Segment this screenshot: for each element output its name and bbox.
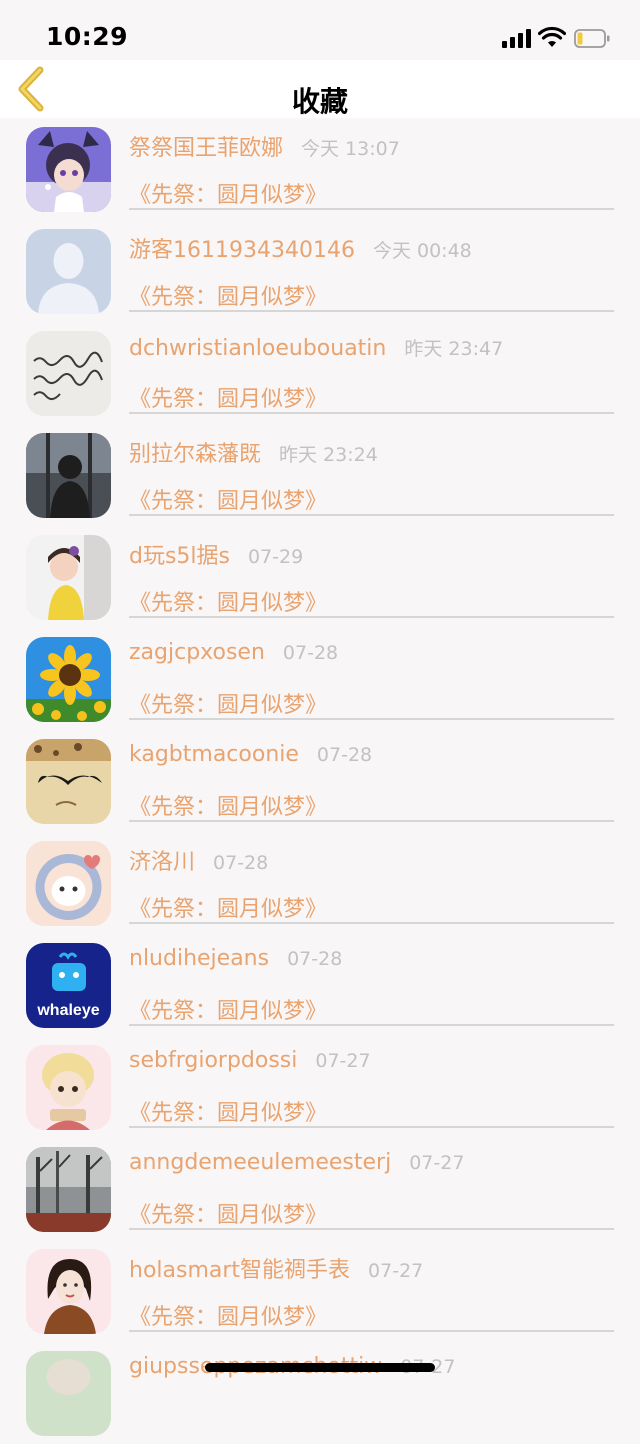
divider (129, 922, 614, 924)
work-title[interactable]: 《先祭：圆月似梦》 (129, 483, 327, 515)
cartoon-boy-avatar[interactable] (26, 1045, 111, 1130)
work-title[interactable]: 《先祭：圆月似梦》 (129, 279, 327, 311)
timestamp: 07-27 (368, 1260, 424, 1282)
divider (129, 514, 614, 516)
favorite-row[interactable]: 祭祭国王菲欧娜 今天 13:07 《先祭：圆月似梦》 (0, 118, 640, 220)
user-name-line: 济洛川 07-28 (129, 844, 268, 876)
whaleye-logo-text: whaleye (36, 1002, 99, 1019)
user-name-line: nludihejeans 07-28 (129, 946, 342, 971)
user-name-line: anngdemeeulemeesterj 07-27 (129, 1150, 464, 1175)
favorite-row[interactable]: 别拉尔森藩既 昨天 23:24 《先祭：圆月似梦》 (0, 424, 640, 526)
favorite-row[interactable]: 济洛川 07-28 《先祭：圆月似梦》 (0, 832, 640, 934)
favorite-row[interactable]: anngdemeeulemeesterj 07-27 《先祭：圆月似梦》 (0, 1138, 640, 1240)
user-name-line: d玩s5l据s 07-29 (129, 538, 303, 570)
cartoon-cat-avatar[interactable] (26, 841, 111, 926)
favorite-row[interactable]: sebfrgiorpdossi 07-27 《先祭：圆月似梦》 (0, 1036, 640, 1138)
whaleye-logo-avatar[interactable]: whaleye (26, 943, 111, 1028)
sunflower-avatar[interactable] (26, 637, 111, 722)
page-title: 收藏 (291, 85, 348, 118)
timestamp: 07-28 (287, 948, 343, 970)
work-title[interactable]: 《先祭：圆月似梦》 (129, 789, 327, 821)
work-title[interactable]: 《先祭：圆月似梦》 (129, 993, 327, 1025)
mustache-avatar[interactable] (26, 739, 111, 824)
work-title[interactable]: 《先祭：圆月似梦》 (129, 1299, 327, 1331)
timestamp: 07-28 (316, 744, 373, 766)
timestamp: 07-28 (213, 852, 269, 874)
favorite-row[interactable]: 游客1611934340146 今天 00:48 《先祭：圆月似梦》 (0, 220, 640, 322)
work-title[interactable]: 《先祭：圆月似梦》 (129, 891, 327, 923)
timestamp: 昨天 23:24 (279, 444, 378, 466)
user-name-line: kagbtmacoonie 07-28 (129, 742, 372, 767)
user-name: 别拉尔森藩既 (129, 442, 262, 467)
signal-icon (502, 28, 532, 48)
user-name-line: dchwristianloeubouatin 昨天 23:47 (129, 334, 503, 361)
user-name: sebfrgiorpdossi (129, 1048, 298, 1073)
user-name-line: 祭祭国王菲欧娜 今天 13:07 (129, 130, 400, 162)
user-name-line: 别拉尔森藩既 昨天 23:24 (129, 436, 378, 468)
timestamp: 今天 00:48 (372, 240, 472, 262)
favorite-row[interactable]: d玩s5l据s 07-29 《先祭：圆月似梦》 (0, 526, 640, 628)
favorite-row[interactable]: giupsseppezamchottiw07-27 (0, 1342, 640, 1444)
user-name: kagbtmacoonie (129, 742, 299, 767)
work-title[interactable]: 《先祭：圆月似梦》 (129, 687, 327, 719)
favorite-row[interactable]: kagbtmacoonie 07-28 《先祭：圆月似梦》 (0, 730, 640, 832)
divider (129, 1330, 614, 1332)
home-indicator[interactable] (205, 1363, 435, 1372)
timestamp: 昨天 23:47 (404, 338, 504, 360)
person-window-avatar[interactable] (26, 433, 111, 518)
timestamp: 今天 13:07 (301, 138, 400, 160)
work-title[interactable]: 《先祭：圆月似梦》 (129, 177, 327, 209)
forest-avatar[interactable] (26, 1147, 111, 1232)
timestamp: 07-27 (315, 1050, 371, 1072)
favorite-row[interactable]: zagjcpxosen 07-28 《先祭：圆月似梦》 (0, 628, 640, 730)
work-title[interactable]: 《先祭：圆月似梦》 (129, 1197, 327, 1229)
divider (129, 208, 614, 210)
user-name-line: holasmart智能禂手表 07-27 (129, 1252, 423, 1284)
status-time: 10:29 (46, 22, 129, 51)
partial-avatar[interactable] (26, 1351, 111, 1436)
timestamp: 07-28 (282, 642, 339, 664)
user-name: d玩s5l据s (129, 544, 230, 569)
divider (129, 1024, 614, 1026)
divider (129, 820, 614, 822)
status-bar: 10:29 (0, 0, 640, 60)
user-name-line: zagjcpxosen 07-28 (129, 640, 338, 665)
divider (129, 1228, 614, 1230)
user-name: anngdemeeulemeesterj (129, 1150, 392, 1175)
timestamp: 07-27 (409, 1152, 465, 1174)
child-photo-avatar[interactable] (26, 535, 111, 620)
work-title[interactable]: 《先祭：圆月似梦》 (129, 381, 327, 413)
divider (129, 616, 614, 618)
divider (129, 412, 614, 414)
battery-icon (574, 29, 610, 48)
default-user-avatar[interactable] (26, 229, 111, 314)
user-name: nludihejeans (129, 946, 270, 971)
user-name: dchwristianloeubouatin (129, 336, 387, 361)
user-name: zagjcpxosen (129, 640, 265, 665)
timestamp: 07-29 (248, 546, 304, 568)
divider (129, 310, 614, 312)
user-name-line: sebfrgiorpdossi 07-27 (129, 1048, 371, 1073)
user-name: holasmart智能禂手表 (129, 1258, 351, 1283)
work-title[interactable]: 《先祭：圆月似梦》 (129, 1095, 327, 1127)
nav-bar: 收藏 (0, 60, 640, 118)
handwriting-avatar[interactable] (26, 331, 111, 416)
user-name-line: 游客1611934340146 今天 00:48 (129, 232, 472, 264)
wifi-icon (538, 26, 566, 47)
user-name: 游客1611934340146 (129, 238, 355, 263)
user-name: 济洛川 (129, 850, 196, 875)
work-title[interactable]: 《先祭：圆月似梦》 (129, 585, 327, 617)
favorite-row[interactable]: holasmart智能禂手表 07-27 《先祭：圆月似梦》 (0, 1240, 640, 1342)
user-name: 祭祭国王菲欧娜 (129, 136, 284, 161)
divider (129, 1126, 614, 1128)
divider (129, 718, 614, 720)
favorite-row[interactable]: dchwristianloeubouatin 昨天 23:47 《先祭：圆月似梦》 (0, 322, 640, 424)
anime-character-avatar[interactable] (26, 127, 111, 212)
favorite-row[interactable]: whaleye nludihejeans 07-28 《先祭：圆月似梦》 (0, 934, 640, 1036)
illustrated-woman-avatar[interactable] (26, 1249, 111, 1334)
